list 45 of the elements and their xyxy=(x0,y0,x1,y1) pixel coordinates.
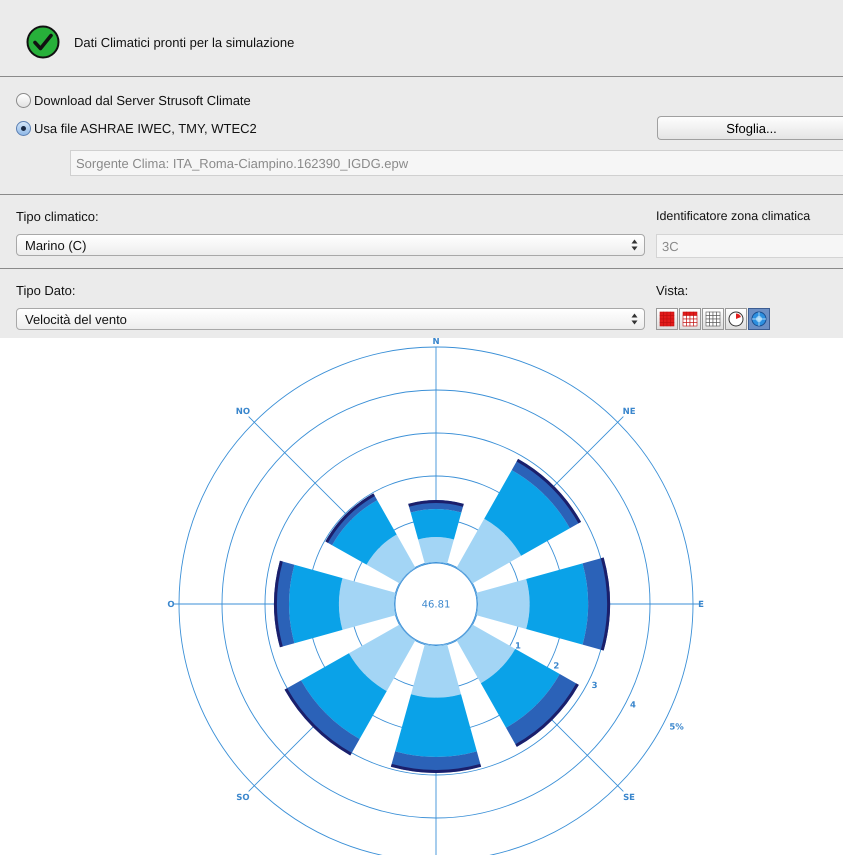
rose-bar xyxy=(512,458,582,528)
center-value: 46.81 xyxy=(422,600,450,610)
direction-label: SE xyxy=(623,793,635,804)
view-button[interactable] xyxy=(656,308,678,330)
status-message: Dati Climatici pronti per la simulazione xyxy=(74,34,294,50)
rose-bar xyxy=(325,493,378,546)
radio-button[interactable] xyxy=(16,92,31,108)
field-label: Tipo Dato: xyxy=(16,282,76,300)
field-label: Identificatore zona climatica xyxy=(656,208,812,225)
ring-label: 3 xyxy=(592,680,598,691)
view-button[interactable] xyxy=(679,308,701,330)
rose-bar xyxy=(456,624,516,684)
view-button[interactable] xyxy=(702,308,724,330)
direction-label: E xyxy=(698,600,704,610)
compass-icon xyxy=(751,311,767,327)
rose-bar xyxy=(332,500,397,565)
radio-label[interactable]: Download dal Server Strusoft Climate xyxy=(34,92,251,108)
grid-icon xyxy=(705,311,721,327)
stepper-icon xyxy=(631,239,638,251)
radio-button[interactable] xyxy=(16,120,31,136)
ring-label: 4 xyxy=(630,700,636,710)
direction-label: N xyxy=(432,338,440,347)
source-field: Sorgente Clima: ITA_Roma-Ciampino.162390_IGDG.epw xyxy=(70,150,843,176)
view-button[interactable] xyxy=(725,308,747,330)
clock-icon xyxy=(728,311,744,327)
data-type-select[interactable]: Velocità del vento xyxy=(16,308,645,330)
ring-label: 2 xyxy=(553,661,560,672)
browse-button[interactable]: Sfoglia... xyxy=(657,116,843,140)
ring-label: 1 xyxy=(515,642,521,652)
field-label: Vista: xyxy=(656,282,690,300)
climate-type-select[interactable]: Marino (C) xyxy=(16,234,645,256)
rose-bar xyxy=(348,624,416,692)
zone-field: 3C xyxy=(656,234,843,258)
rose-bar xyxy=(418,537,454,564)
grid-icon xyxy=(682,311,698,327)
direction-label: NO xyxy=(236,406,250,417)
stepper-icon xyxy=(631,313,638,325)
direction-label: O xyxy=(167,600,175,610)
ring-label: 5% xyxy=(669,722,684,733)
direction-label: SO xyxy=(236,793,250,804)
grid-icon xyxy=(659,311,675,327)
direction-label: NE xyxy=(622,406,636,417)
radio-label[interactable]: Usa file ASHRAE IWEC, TMY, WTEC2 xyxy=(34,120,257,136)
field-label: Tipo climatico: xyxy=(16,208,100,226)
view-button[interactable] xyxy=(748,308,770,330)
